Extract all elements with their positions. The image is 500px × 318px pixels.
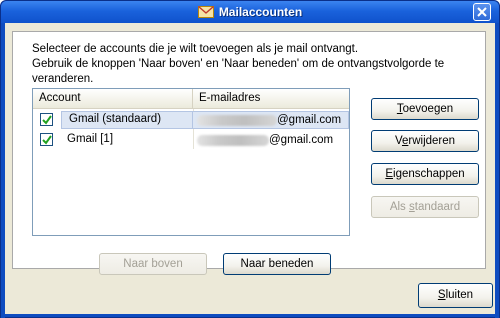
checkmark-icon	[41, 114, 52, 125]
account-name: Gmail [1]	[67, 133, 114, 145]
email-domain: @gmail.com	[277, 114, 342, 126]
properties-button-mnemonic: E	[385, 168, 394, 180]
remove-button-label-start: V	[394, 135, 402, 147]
window-border-right	[495, 23, 499, 318]
email-address: @gmail.com	[193, 114, 341, 126]
account-name: Gmail (standaard)	[69, 113, 162, 125]
redacted-email-user	[197, 134, 269, 146]
content-panel: Selecteer de accounts die je wilt toevoe…	[12, 31, 486, 275]
list-header: Account E-mailadres	[33, 89, 349, 109]
add-button[interactable]: Toevoegen	[371, 98, 479, 120]
close-button[interactable]: Sluiten	[418, 283, 493, 308]
properties-button-label: igenschappen	[393, 168, 465, 180]
account-checkbox[interactable]	[40, 113, 53, 126]
list-item[interactable]: Gmail (standaard) @gmail.com	[33, 110, 349, 130]
description-text: Selecteer de accounts die je wilt toevoe…	[32, 42, 482, 87]
description-line-1: Selecteer de accounts die je wilt toevoe…	[32, 43, 359, 55]
set-default-button[interactable]: Als standaard	[371, 196, 479, 218]
title-bar[interactable]: Mailaccounten	[1, 1, 499, 23]
dialog-window: Mailaccounten Selecteer de accounts die …	[0, 0, 500, 318]
redacted-email-user	[197, 114, 277, 126]
add-button-label: oevoegen	[402, 103, 454, 115]
remove-button-label: rwijderen	[408, 135, 456, 147]
checkmark-icon	[41, 134, 52, 145]
description-line-2: Gebruik de knoppen 'Naar boven' en 'Naar…	[32, 58, 445, 85]
set-default-button-label: tandaard	[414, 201, 461, 213]
move-down-button[interactable]: Naar beneden	[223, 253, 331, 275]
remove-button[interactable]: Verwijderen	[371, 130, 479, 152]
dialog-client-area: Selecteer de accounts die je wilt toevoe…	[5, 23, 495, 314]
email-address: @gmail.com	[193, 134, 333, 146]
envelope-icon	[197, 6, 214, 18]
window-title: Mailaccounten	[218, 5, 303, 19]
accounts-list[interactable]: Account E-mailadres Gmail (standaard) @g…	[32, 88, 350, 236]
set-default-button-label-start: Als	[389, 201, 409, 213]
account-checkbox[interactable]	[40, 133, 53, 146]
move-up-button[interactable]: Naar boven	[99, 253, 207, 275]
column-header-email[interactable]: E-mailadres	[193, 89, 349, 109]
properties-button[interactable]: Eigenschappen	[371, 163, 479, 185]
close-button-mnemonic: S	[437, 289, 446, 301]
close-icon	[477, 7, 487, 17]
email-domain: @gmail.com	[269, 134, 334, 146]
close-button-label: luiten	[445, 289, 474, 301]
list-item[interactable]: Gmail [1] @gmail.com	[33, 130, 349, 150]
column-header-account[interactable]: Account	[33, 89, 193, 109]
close-window-button[interactable]	[473, 3, 491, 21]
